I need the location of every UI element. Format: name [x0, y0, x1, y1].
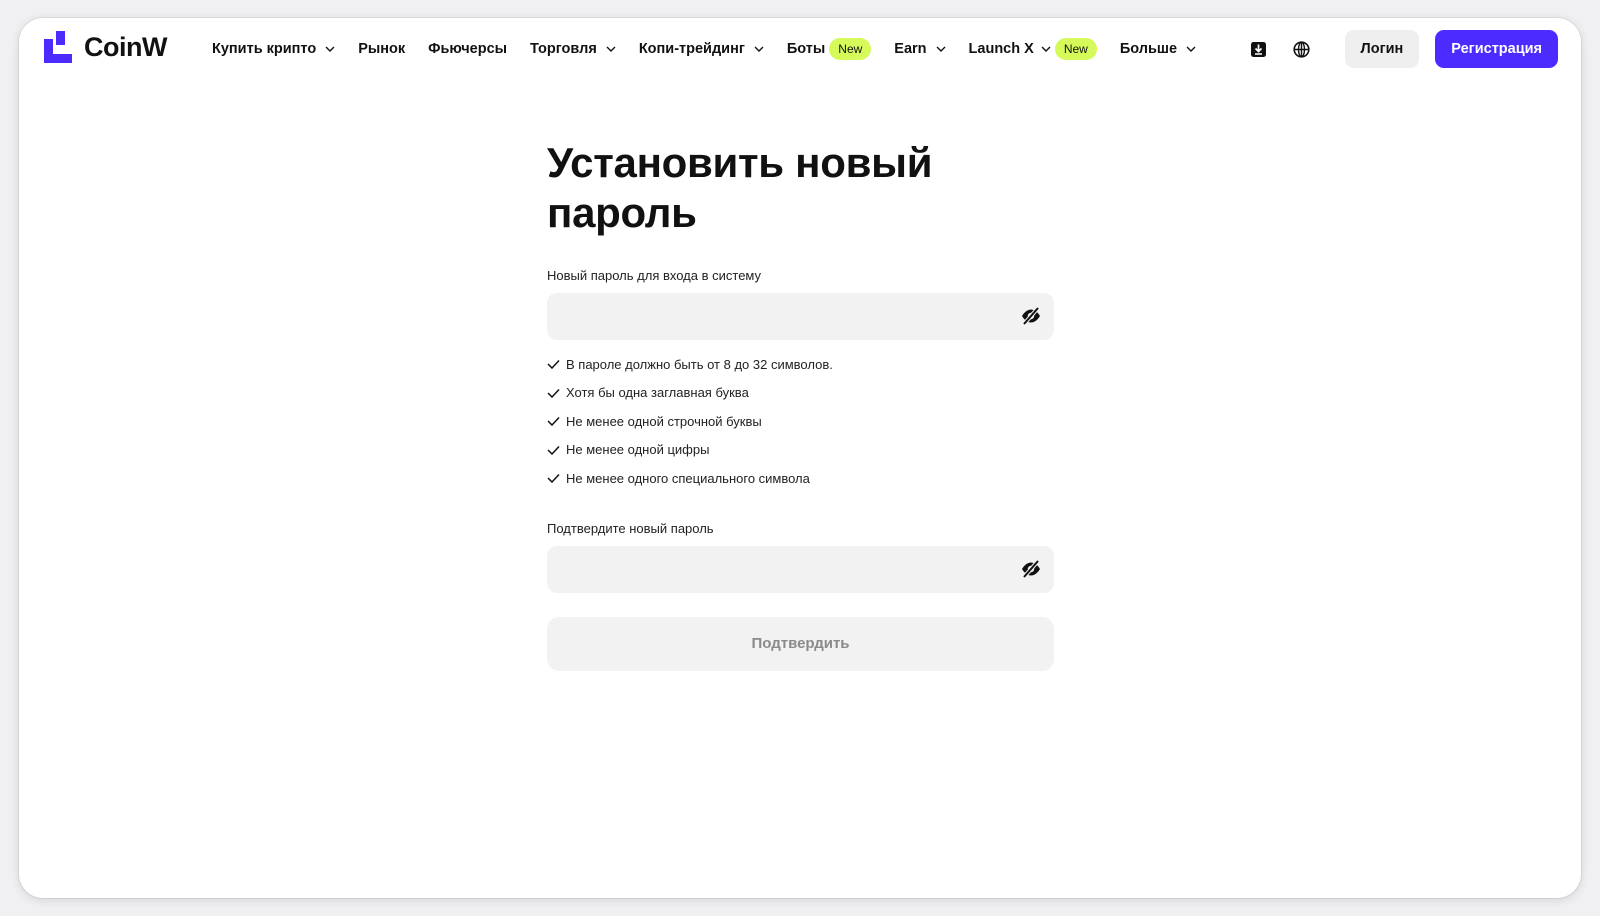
new-password-field-wrap: [547, 293, 1054, 340]
rule-text: В пароле должно быть от 8 до 32 символов…: [566, 356, 833, 372]
nav-label: Торговля: [530, 41, 597, 57]
rule-length: В пароле должно быть от 8 до 32 символов…: [547, 350, 1054, 379]
password-rules: В пароле должно быть от 8 до 32 символов…: [547, 350, 1054, 493]
nav-market[interactable]: Рынок: [358, 41, 405, 57]
language-button[interactable]: [1292, 39, 1312, 59]
reset-password-form: Установить новый пароль Новый пароль для…: [547, 138, 1054, 671]
nav-bots[interactable]: Боты New: [786, 38, 872, 60]
new-badge: New: [829, 38, 872, 60]
check-icon: [547, 417, 560, 427]
rule-special: Не менее одного специального символа: [547, 464, 1054, 493]
chevron-down-icon: [325, 46, 335, 52]
rule-digit: Не менее одной цифры: [547, 436, 1054, 465]
nav-copy-trading[interactable]: Копи-трейдинг: [639, 41, 764, 57]
rule-text: Не менее одной строчной буквы: [566, 413, 762, 429]
nav-futures[interactable]: Фьючерсы: [428, 41, 507, 57]
new-password-label: Новый пароль для входа в систему: [547, 268, 762, 283]
chevron-down-icon: [1041, 46, 1051, 52]
header-actions: Логин Регистрация: [1249, 29, 1558, 69]
confirm-password-label: Подтвердите новый пароль: [547, 520, 714, 536]
nav-label: Фьючерсы: [428, 41, 508, 57]
globe-icon: [1293, 40, 1310, 58]
rule-text: Хотя бы одна заглавная буква: [566, 385, 749, 401]
chevron-down-icon: [1186, 46, 1196, 52]
nav-label: Launch X: [968, 41, 1034, 57]
nav-label: Боты: [786, 41, 826, 57]
login-button[interactable]: Логин: [1344, 30, 1420, 68]
browser-window: CoinW Купить крипто Рынок Фьючерсы Торго…: [19, 18, 1581, 898]
download-button[interactable]: [1249, 39, 1269, 59]
page-title: Установить новый пароль: [547, 139, 933, 236]
nav-label: Больше: [1119, 41, 1178, 57]
main-nav: Купить крипто Рынок Фьючерсы Торговля Ко…: [212, 18, 1219, 80]
top-navbar: CoinW Купить крипто Рынок Фьючерсы Торго…: [19, 18, 1581, 80]
eye-off-icon[interactable]: [1020, 559, 1042, 579]
coinw-logo-icon: [44, 31, 72, 63]
download-icon: [1251, 41, 1267, 57]
nav-earn[interactable]: Earn: [894, 41, 946, 57]
confirm-password-input[interactable]: [547, 545, 1054, 593]
nav-label: Копи-трейдинг: [638, 41, 745, 57]
check-icon: [547, 445, 560, 455]
eye-off-icon[interactable]: [1020, 306, 1042, 326]
nav-label: Купить крипто: [212, 41, 317, 57]
new-password-input[interactable]: [547, 293, 1054, 340]
nav-buy-crypto[interactable]: Купить крипто: [212, 41, 335, 57]
nav-trading[interactable]: Торговля: [530, 41, 616, 57]
check-icon: [547, 474, 560, 484]
nav-more[interactable]: Больше: [1120, 41, 1196, 57]
check-icon: [547, 388, 560, 398]
rule-lowercase: Не менее одной строчной буквы: [547, 407, 1054, 436]
logo[interactable]: CoinW: [44, 31, 167, 63]
rule-uppercase: Хотя бы одна заглавная буква: [547, 379, 1054, 408]
nav-label: Рынок: [358, 41, 406, 57]
rule-text: Не менее одной цифры: [566, 442, 710, 458]
brand-name: CoinW: [84, 31, 167, 62]
nav-launch-x[interactable]: Launch X New: [969, 38, 1097, 60]
register-button[interactable]: Регистрация: [1435, 30, 1558, 68]
rule-text: Не менее одного специального символа: [566, 470, 810, 486]
chevron-down-icon: [936, 46, 946, 52]
chevron-down-icon: [606, 46, 616, 52]
confirm-button[interactable]: Подтвердить: [547, 616, 1054, 671]
new-badge: New: [1054, 38, 1097, 60]
chevron-down-icon: [754, 46, 764, 52]
nav-label: Earn: [894, 41, 927, 57]
confirm-password-field-wrap: [547, 545, 1054, 593]
check-icon: [547, 360, 560, 370]
